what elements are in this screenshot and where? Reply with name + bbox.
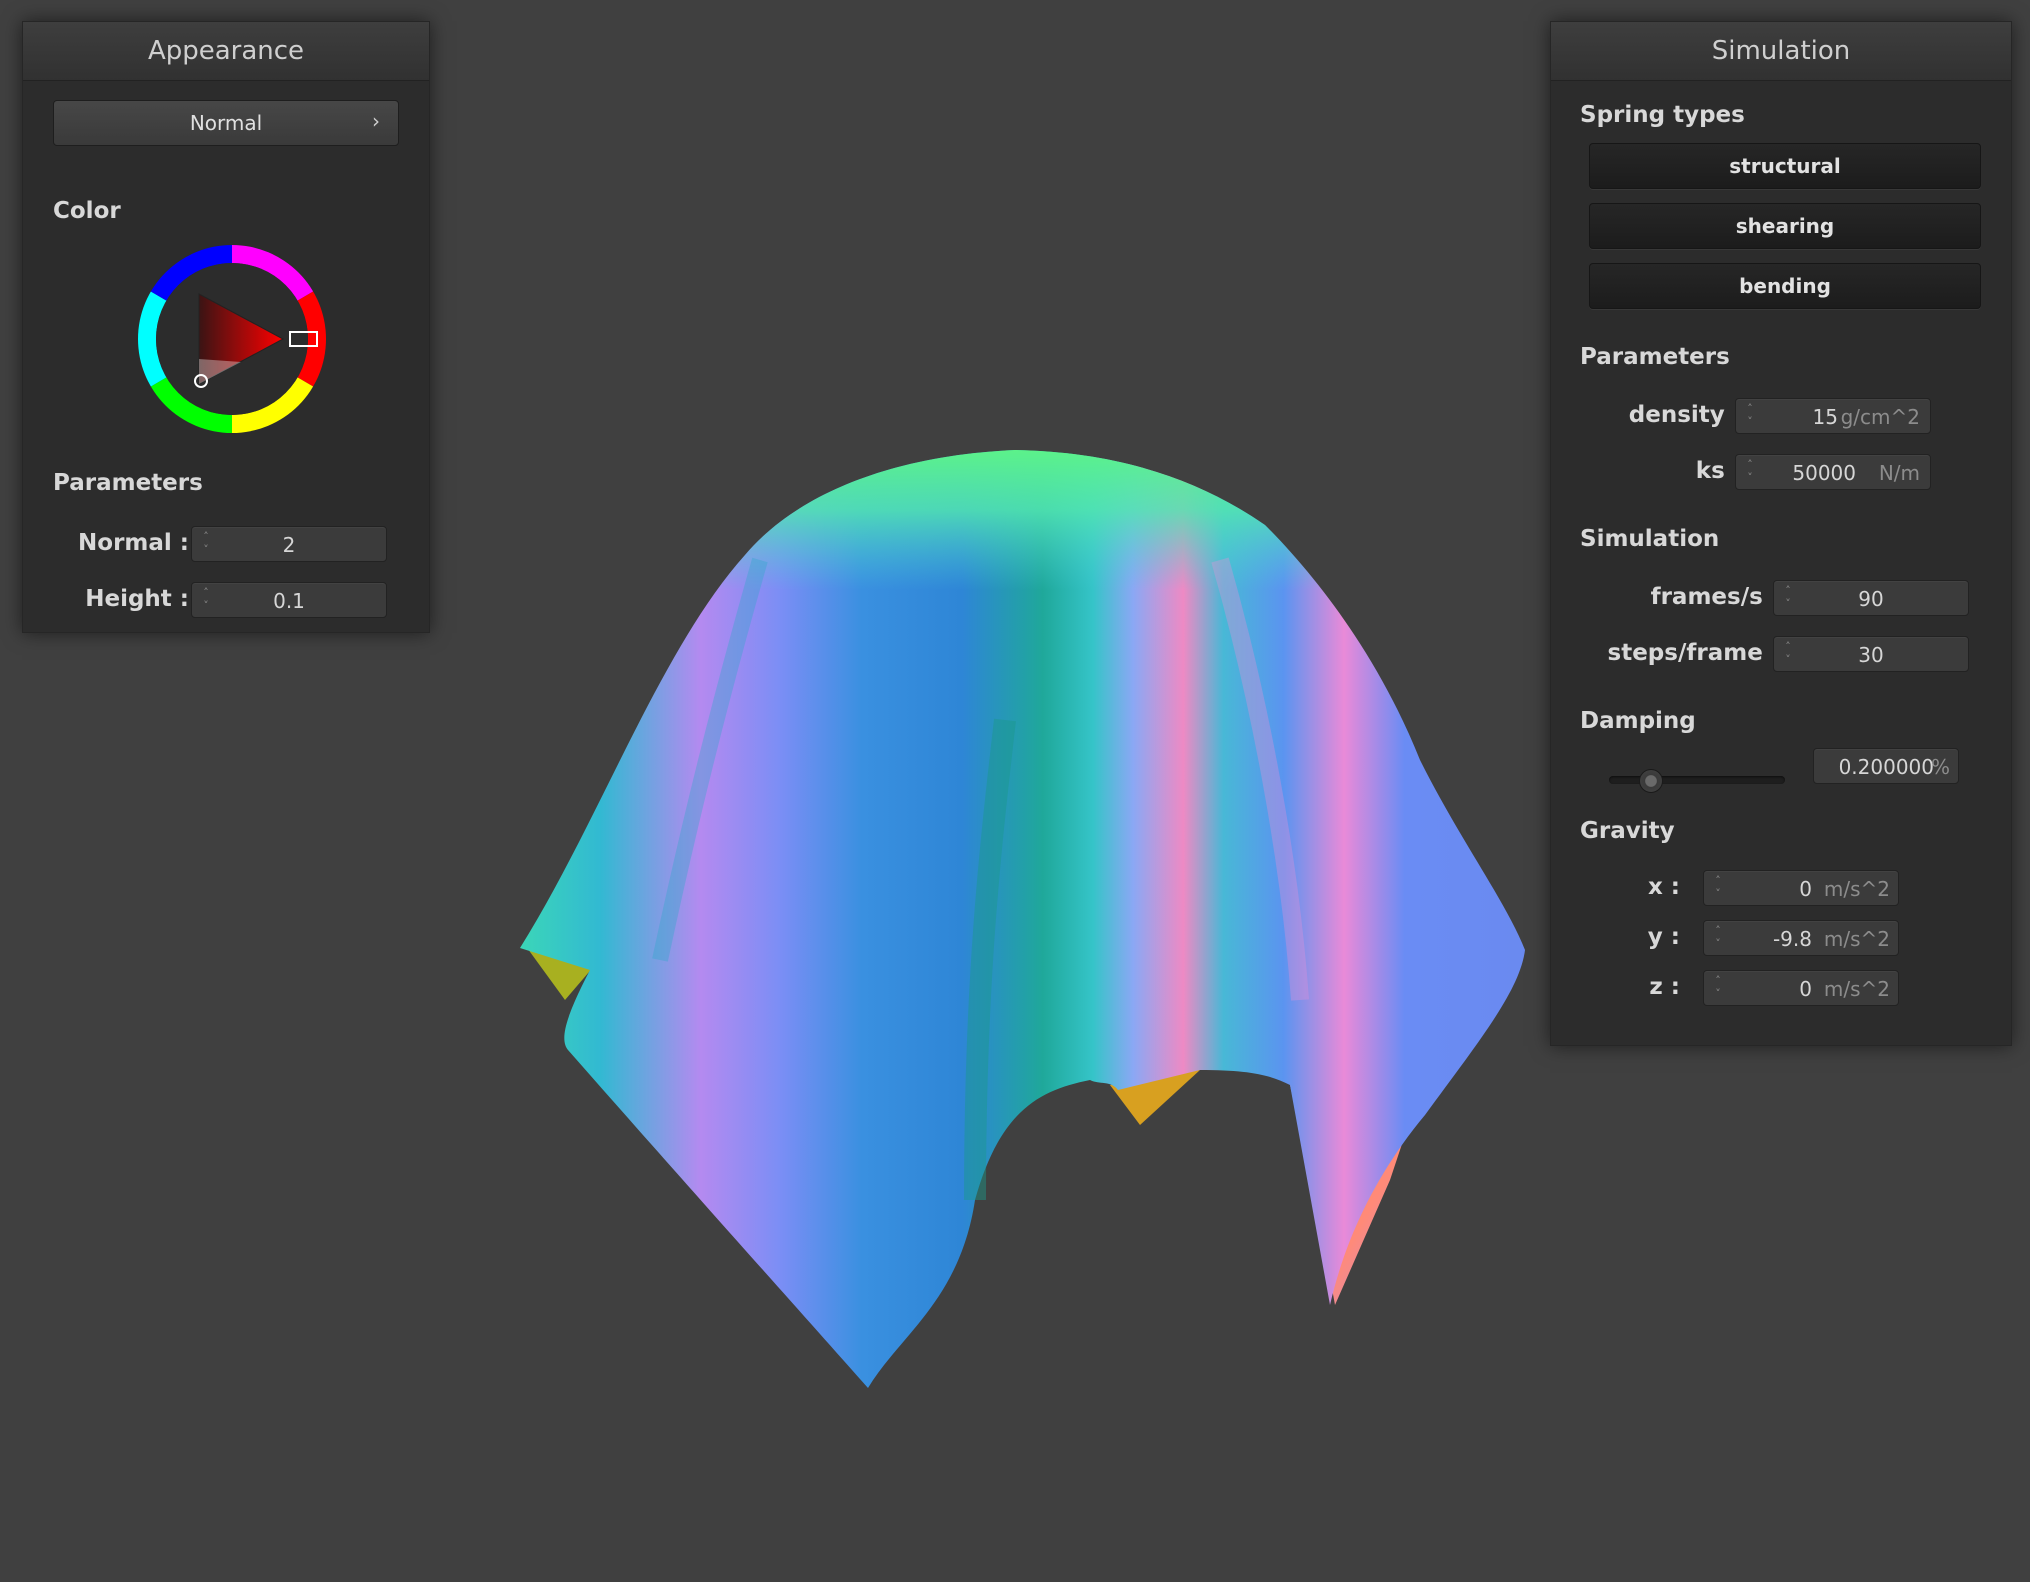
color-section-label: Color: [53, 198, 121, 224]
bending-spring-button[interactable]: bending: [1589, 263, 1981, 309]
ks-label: ks :: [1695, 458, 1742, 484]
simulation-section-label: Simulation: [1580, 526, 1720, 552]
gravity-y-input[interactable]: ˄ ˅ -9.8 m/s^2: [1703, 920, 1899, 956]
height-input[interactable]: ˄ ˅ 0.1: [191, 582, 387, 618]
frames-per-second-input[interactable]: ˄ ˅ 90: [1773, 580, 1969, 616]
color-wheel[interactable]: [137, 244, 327, 434]
spring-types-label: Spring types: [1580, 102, 1745, 128]
simulation-panel-title[interactable]: Simulation: [1551, 22, 2011, 81]
steps-per-frame-label: steps/frame :: [1607, 640, 1780, 666]
ks-input[interactable]: ˄ ˅ 50000 N/m: [1735, 454, 1931, 490]
gravity-z-label: z :: [1649, 974, 1680, 1000]
appearance-panel: Appearance Normal › Color Parameters Nor…: [22, 21, 430, 633]
structural-spring-button[interactable]: structural: [1589, 143, 1981, 189]
appearance-parameters-label: Parameters: [53, 470, 203, 496]
frames-per-second-label: frames/s :: [1650, 584, 1780, 610]
spinner-icon[interactable]: ˄ ˅: [1712, 924, 1724, 952]
spinner-icon[interactable]: ˄ ˅: [1744, 458, 1756, 486]
shearing-spring-button[interactable]: shearing: [1589, 203, 1981, 249]
gravity-x-input[interactable]: ˄ ˅ 0 m/s^2: [1703, 870, 1899, 906]
damping-input[interactable]: 0.200000 %: [1813, 748, 1959, 784]
gravity-z-input[interactable]: ˄ ˅ 0 m/s^2: [1703, 970, 1899, 1006]
damping-slider[interactable]: [1609, 762, 1785, 798]
gravity-x-label: x :: [1647, 874, 1680, 900]
spinner-icon[interactable]: ˄ ˅: [1744, 402, 1756, 430]
shader-dropdown[interactable]: Normal ›: [53, 100, 399, 146]
damping-slider-track: [1609, 776, 1785, 784]
appearance-panel-title[interactable]: Appearance: [23, 22, 429, 81]
normal-label: Normal :: [78, 530, 189, 556]
spinner-icon[interactable]: ˄ ˅: [1712, 974, 1724, 1002]
density-label: density :: [1628, 402, 1742, 428]
height-label: Height :: [85, 586, 189, 612]
chevron-right-icon: ›: [372, 109, 380, 133]
gravity-label: Gravity: [1580, 818, 1675, 844]
damping-label: Damping: [1580, 708, 1696, 734]
normal-input[interactable]: ˄ ˅ 2: [191, 526, 387, 562]
damping-slider-handle[interactable]: [1639, 769, 1664, 793]
steps-per-frame-input[interactable]: ˄ ˅ 30: [1773, 636, 1969, 672]
simulation-panel: Simulation Spring types structural shear…: [1550, 21, 2012, 1046]
spinner-icon[interactable]: ˄ ˅: [1712, 874, 1724, 902]
gravity-y-label: y :: [1647, 924, 1680, 950]
density-input[interactable]: ˄ ˅ 15 g/cm^2: [1735, 398, 1931, 434]
sim-parameters-label: Parameters: [1580, 344, 1730, 370]
shader-dropdown-value: Normal: [189, 111, 263, 135]
